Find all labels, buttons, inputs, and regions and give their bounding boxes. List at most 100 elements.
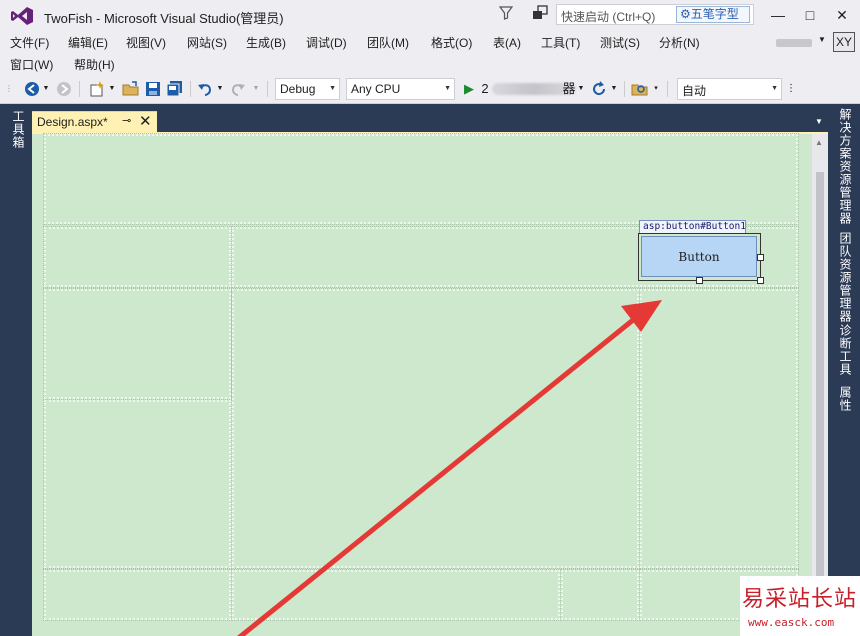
toolbar-separator [624,81,625,97]
table-cell[interactable] [231,569,561,621]
menu-website[interactable]: 网站(S) [187,34,227,51]
toolbar-overflow-icon[interactable]: ▾ [652,80,660,98]
navigate-back-icon[interactable] [24,80,40,98]
menu-tools[interactable]: 工具(T) [541,34,580,51]
menu-analyze[interactable]: 分析(N) [659,34,700,51]
redo-icon[interactable] [230,80,246,98]
menu-window[interactable]: 窗口(W) [10,56,53,73]
close-window-button[interactable]: ✕ [826,2,858,28]
table-cell[interactable] [639,288,799,569]
scroll-up-arrow-icon[interactable]: ▲ [815,138,823,147]
maximize-button[interactable]: □ [794,2,826,28]
menu-file[interactable]: 文件(F) [10,34,49,51]
watermark: 易采站长站 www.easck.com [740,576,860,636]
table-cell[interactable] [43,399,232,569]
open-file-icon[interactable] [122,80,140,98]
run-target-prefix: 2 [481,81,489,96]
right-dock-strip: 解决方案资源管理器 团队资源管理器 诊断工具 属性 [828,104,860,636]
visual-studio-logo-icon [11,7,33,25]
chevron-down-icon: ▼ [771,85,778,92]
toolbar-grip-icon[interactable]: ⋮ [5,80,13,98]
menu-build[interactable]: 生成(B) [246,34,286,51]
toolbar-separator [79,81,80,97]
new-dropdown-chevron-icon[interactable]: ▼ [108,80,116,98]
ime-logo-icon: ⚙ [680,7,691,21]
diagnostic-tools-tab[interactable]: 诊断工具 [837,324,854,376]
back-dropdown-chevron-icon[interactable]: ▼ [42,80,50,98]
layout-mode-value: 自动 [682,84,707,98]
save-all-icon[interactable] [166,80,184,98]
account-avatar[interactable]: XY [833,32,855,52]
account-chevron-down-icon[interactable]: ▼ [818,35,826,44]
menu-debug[interactable]: 调试(D) [306,34,347,51]
watermark-text: 易采站长站 [742,587,858,612]
save-icon[interactable] [145,80,161,98]
find-in-files-icon[interactable] [631,80,649,98]
toolbox-tab[interactable]: 工具箱 [10,110,27,149]
navigate-forward-icon[interactable] [56,80,72,98]
close-tab-icon[interactable]: ✕ [139,112,152,130]
solution-configuration-select[interactable]: Debug ▼ [275,78,340,100]
standard-toolbar: ⋮ ▼ ▼ ▼ ▼ Debug ▼ Any CPU ▼ ▶ 2 器 ▼ ▼ ▾ … [0,75,860,104]
title-bar: TwoFish - Microsoft Visual Studio(管理员) 快… [0,0,860,31]
tab-list-chevron-down-icon[interactable]: ▼ [815,117,823,126]
resize-handle-bottom[interactable] [696,277,703,284]
platform-value: Any CPU [351,82,401,96]
configuration-value: Debug [280,82,316,96]
run-target-suffix: 器 [562,81,576,96]
table-cell[interactable] [43,133,799,225]
properties-tab[interactable]: 属性 [837,386,854,412]
ime-label: 五笔字型 [690,7,739,21]
play-icon: ▶ [464,81,474,96]
table-cell[interactable] [43,288,232,400]
notifications-icon[interactable] [532,5,548,21]
menu-format[interactable]: 格式(O) [431,34,472,51]
resize-handle-bottom-right[interactable] [757,277,764,284]
left-dock-strip: 工具箱 [0,104,32,636]
chevron-down-icon: ▼ [329,85,336,92]
asp-button-control[interactable]: Button [641,236,757,277]
new-project-icon[interactable] [88,80,106,98]
team-explorer-tab[interactable]: 团队资源管理器 [837,232,854,323]
quick-launch-placeholder: 快速启动 (Ctrl+Q) [561,10,656,24]
toolbar-options-icon[interactable]: ⋮ [786,80,796,98]
account-name-redacted[interactable] [776,39,812,47]
solution-platform-select[interactable]: Any CPU ▼ [346,78,455,100]
toolbar-separator [267,81,268,97]
tab-design-aspx[interactable]: Design.aspx* ⊸ ✕ [32,111,157,132]
window-title: TwoFish - Microsoft Visual Studio(管理员) [44,11,284,26]
menu-test[interactable]: 测试(S) [600,34,640,51]
toolbar-separator [667,81,668,97]
chevron-down-icon: ▼ [444,85,451,92]
refresh-icon[interactable] [591,80,607,98]
vs-window: TwoFish - Microsoft Visual Studio(管理员) 快… [0,0,860,636]
tab-label: Design.aspx* [37,115,108,129]
control-smart-tag-label[interactable]: asp:button#Button1 [639,220,746,234]
toolbar-separator [190,81,191,97]
scrollbar-thumb[interactable] [816,172,824,636]
menu-bar: 文件(F) 编辑(E) 视图(V) 网站(S) 生成(B) 调试(D) 团队(M… [0,31,860,75]
resize-handle-right[interactable] [757,254,764,261]
quick-launch-input[interactable]: 快速启动 (Ctrl+Q) ⚙五笔字型 [556,4,754,25]
menu-edit[interactable]: 编辑(E) [68,34,108,51]
watermark-url: www.easck.com [748,616,835,629]
solution-explorer-tab[interactable]: 解决方案资源管理器 [837,108,854,225]
menu-view[interactable]: 视图(V) [126,34,166,51]
undo-dropdown-chevron-icon[interactable]: ▼ [216,80,224,98]
layout-mode-select[interactable]: 自动 ▼ [677,78,782,100]
minimize-button[interactable]: — [762,2,794,28]
menu-table[interactable]: 表(A) [493,34,521,51]
feedback-filter-icon[interactable] [499,6,513,20]
redo-dropdown-chevron-icon[interactable]: ▼ [252,80,260,98]
menu-team[interactable]: 团队(M) [367,34,409,51]
run-dropdown-chevron-icon[interactable]: ▼ [577,80,585,98]
table-cell[interactable] [43,226,232,288]
table-cell[interactable] [231,288,640,569]
refresh-dropdown-chevron-icon[interactable]: ▼ [610,80,618,98]
table-cell[interactable] [43,569,232,621]
undo-icon[interactable] [197,80,213,98]
ime-indicator[interactable]: ⚙五笔字型 [676,6,750,23]
table-cell[interactable] [560,569,640,621]
pin-icon[interactable]: ⊸ [122,114,131,127]
menu-help[interactable]: 帮助(H) [74,56,115,73]
